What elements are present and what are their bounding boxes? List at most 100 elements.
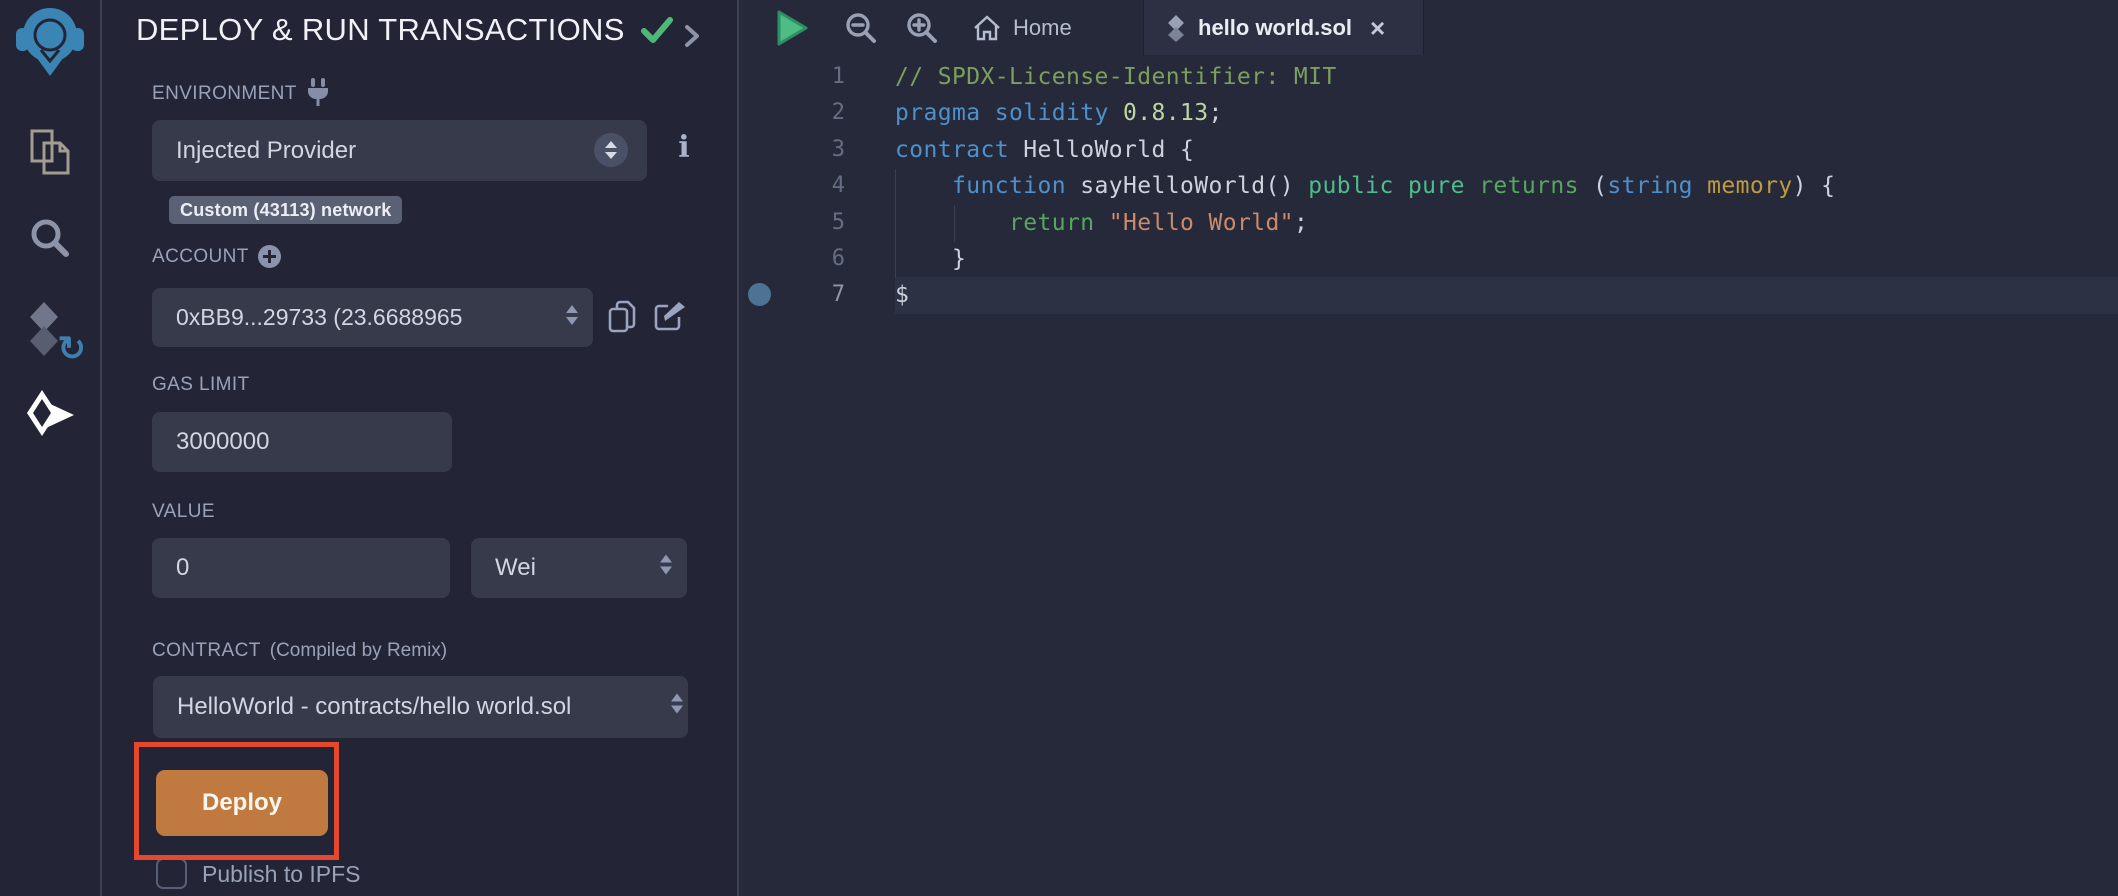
account-select-caret — [565, 303, 579, 333]
solidity-file-icon — [1166, 14, 1186, 42]
account-value: 0xBB9...29733 (23.6688965 — [176, 304, 462, 331]
environment-info-icon[interactable]: i — [674, 130, 694, 165]
home-icon — [973, 15, 1001, 41]
code-editor: Home hello world.sol × 1 // SPDX-License-… — [739, 0, 2118, 896]
code-token-plain — [1394, 173, 1408, 199]
edit-account-icon[interactable] — [653, 300, 685, 332]
line-number[interactable]: 6 — [739, 241, 845, 277]
line-number[interactable]: 3 — [739, 132, 845, 168]
code-token-kw: contract — [895, 137, 1009, 163]
deploy-and-run-icon[interactable] — [0, 388, 100, 438]
code-token-gold: memory — [1707, 173, 1792, 199]
code-line[interactable]: } — [895, 241, 966, 277]
code-token-kw: function — [952, 173, 1066, 199]
run-script-button[interactable] — [775, 0, 809, 55]
network-badge: Custom (43113) network — [169, 196, 402, 224]
value-input[interactable] — [176, 554, 426, 582]
code-token-plain — [1693, 173, 1707, 199]
line-number[interactable]: 1 — [739, 59, 845, 95]
code-token-plain: $ — [895, 282, 909, 308]
contract-select-caret — [670, 692, 684, 723]
code-token-plain: ) { — [1793, 173, 1836, 199]
code-token-plain — [980, 100, 994, 126]
close-tab-icon[interactable]: × — [1370, 15, 1385, 41]
solidity-compiler-icon[interactable]: ↻ — [0, 300, 100, 360]
tab-file-label: hello world.sol — [1198, 15, 1352, 41]
code-area[interactable]: 1 // SPDX-License-Identifier: MIT 2 pragma … — [739, 55, 2118, 896]
zoom-out-button[interactable] — [843, 0, 879, 55]
code-token-green: returns — [1479, 173, 1579, 199]
line-number[interactable]: 2 — [739, 95, 845, 131]
account-label: ACCOUNT — [152, 246, 249, 268]
code-token-plain: ; — [1294, 210, 1308, 236]
code-token-plain: sayHelloWorld() — [1080, 173, 1294, 199]
code-token-mint: pure — [1408, 173, 1465, 199]
code-token-kw: string — [1607, 173, 1692, 199]
code-token-num: 0.8.13 — [1123, 100, 1208, 126]
current-line-highlight — [895, 277, 2118, 314]
code-token-plain: HelloWorld { — [1009, 137, 1194, 163]
code-token-plain — [1094, 210, 1108, 236]
code-token-plain — [1465, 173, 1479, 199]
value-unit-select[interactable]: Wei — [471, 538, 687, 598]
code-token-plain — [1109, 100, 1123, 126]
code-line[interactable]: $ — [895, 277, 909, 313]
code-token-kw: pragma — [895, 100, 980, 126]
gas-limit-input[interactable] — [176, 428, 428, 456]
value-unit-caret — [659, 553, 673, 584]
deploy-run-panel: DEPLOY & RUN TRANSACTIONS ENVIRONMENT In… — [102, 0, 737, 896]
success-check-icon — [641, 16, 673, 44]
code-line[interactable]: function sayHelloWorld() public pure ret… — [895, 168, 1835, 204]
code-line[interactable]: return "Hello World"; — [895, 205, 1308, 241]
code-line[interactable]: // SPDX-License-Identifier: MIT — [895, 59, 1337, 95]
icon-rail: ↻ — [0, 0, 100, 896]
environment-label: ENVIRONMENT — [152, 83, 297, 105]
environment-label-row: ENVIRONMENT — [152, 82, 330, 106]
copy-account-icon[interactable] — [608, 300, 636, 334]
contract-label-row: CONTRACT (Compiled by Remix) — [152, 640, 447, 662]
search-icon[interactable] — [0, 216, 100, 260]
code-token-plain — [1066, 173, 1080, 199]
tab-hello-world-sol[interactable]: hello world.sol × — [1143, 0, 1424, 55]
contract-value: HelloWorld - contracts/hello world.sol — [177, 693, 571, 721]
remix-ide: ↻ DEPLOY & RUN TRANSACTIONS ENVIRONMENT — [0, 0, 2118, 896]
code-token-plain — [1294, 173, 1308, 199]
code-token-plain — [895, 173, 952, 199]
contract-select[interactable]: HelloWorld - contracts/hello world.sol — [153, 676, 688, 738]
account-label-row: ACCOUNT — [152, 245, 281, 268]
zoom-in-button[interactable] — [904, 0, 940, 55]
contract-label: CONTRACT — [152, 640, 261, 662]
add-account-icon[interactable] — [258, 245, 281, 268]
code-line[interactable]: pragma solidity 0.8.13; — [895, 95, 1223, 131]
collapse-chevron-icon[interactable] — [684, 24, 700, 48]
line-number[interactable]: 5 — [739, 205, 845, 241]
compiler-reload-icon: ↻ — [58, 332, 87, 366]
line-number[interactable]: 7 — [739, 277, 845, 313]
publish-ipfs-label: Publish to IPFS — [202, 861, 361, 888]
code-line[interactable]: contract HelloWorld { — [895, 132, 1194, 168]
code-token-mint: public — [1308, 173, 1393, 199]
code-token-green: return — [1009, 210, 1094, 236]
value-unit: Wei — [495, 554, 536, 582]
file-explorer-icon[interactable] — [0, 128, 100, 176]
editor-tabbar: Home hello world.sol × — [739, 0, 2118, 55]
environment-spinner[interactable] — [594, 133, 628, 167]
code-token-plain: ( — [1579, 173, 1608, 199]
remix-logo — [14, 4, 86, 78]
code-token-plain — [895, 210, 1009, 236]
publish-ipfs-checkbox[interactable] — [156, 858, 187, 889]
code-token-str: "Hello World" — [1109, 210, 1294, 236]
deploy-button[interactable]: Deploy — [156, 770, 328, 836]
tab-home[interactable]: Home — [951, 0, 1094, 55]
line-number[interactable]: 4 — [739, 168, 845, 204]
code-token-kw: solidity — [995, 100, 1109, 126]
panel-title-row: DEPLOY & RUN TRANSACTIONS — [136, 12, 673, 48]
code-token-plain: ; — [1208, 100, 1222, 126]
contract-sublabel: (Compiled by Remix) — [270, 640, 447, 662]
account-select[interactable]: 0xBB9...29733 (23.6688965 — [152, 288, 593, 347]
value-input-wrap — [152, 538, 450, 598]
code-token-comment: // SPDX-License-Identifier: MIT — [895, 64, 1337, 90]
remix-logo-icon[interactable] — [0, 4, 100, 78]
value-label: VALUE — [152, 501, 215, 523]
environment-select[interactable]: Injected Provider — [152, 120, 647, 181]
